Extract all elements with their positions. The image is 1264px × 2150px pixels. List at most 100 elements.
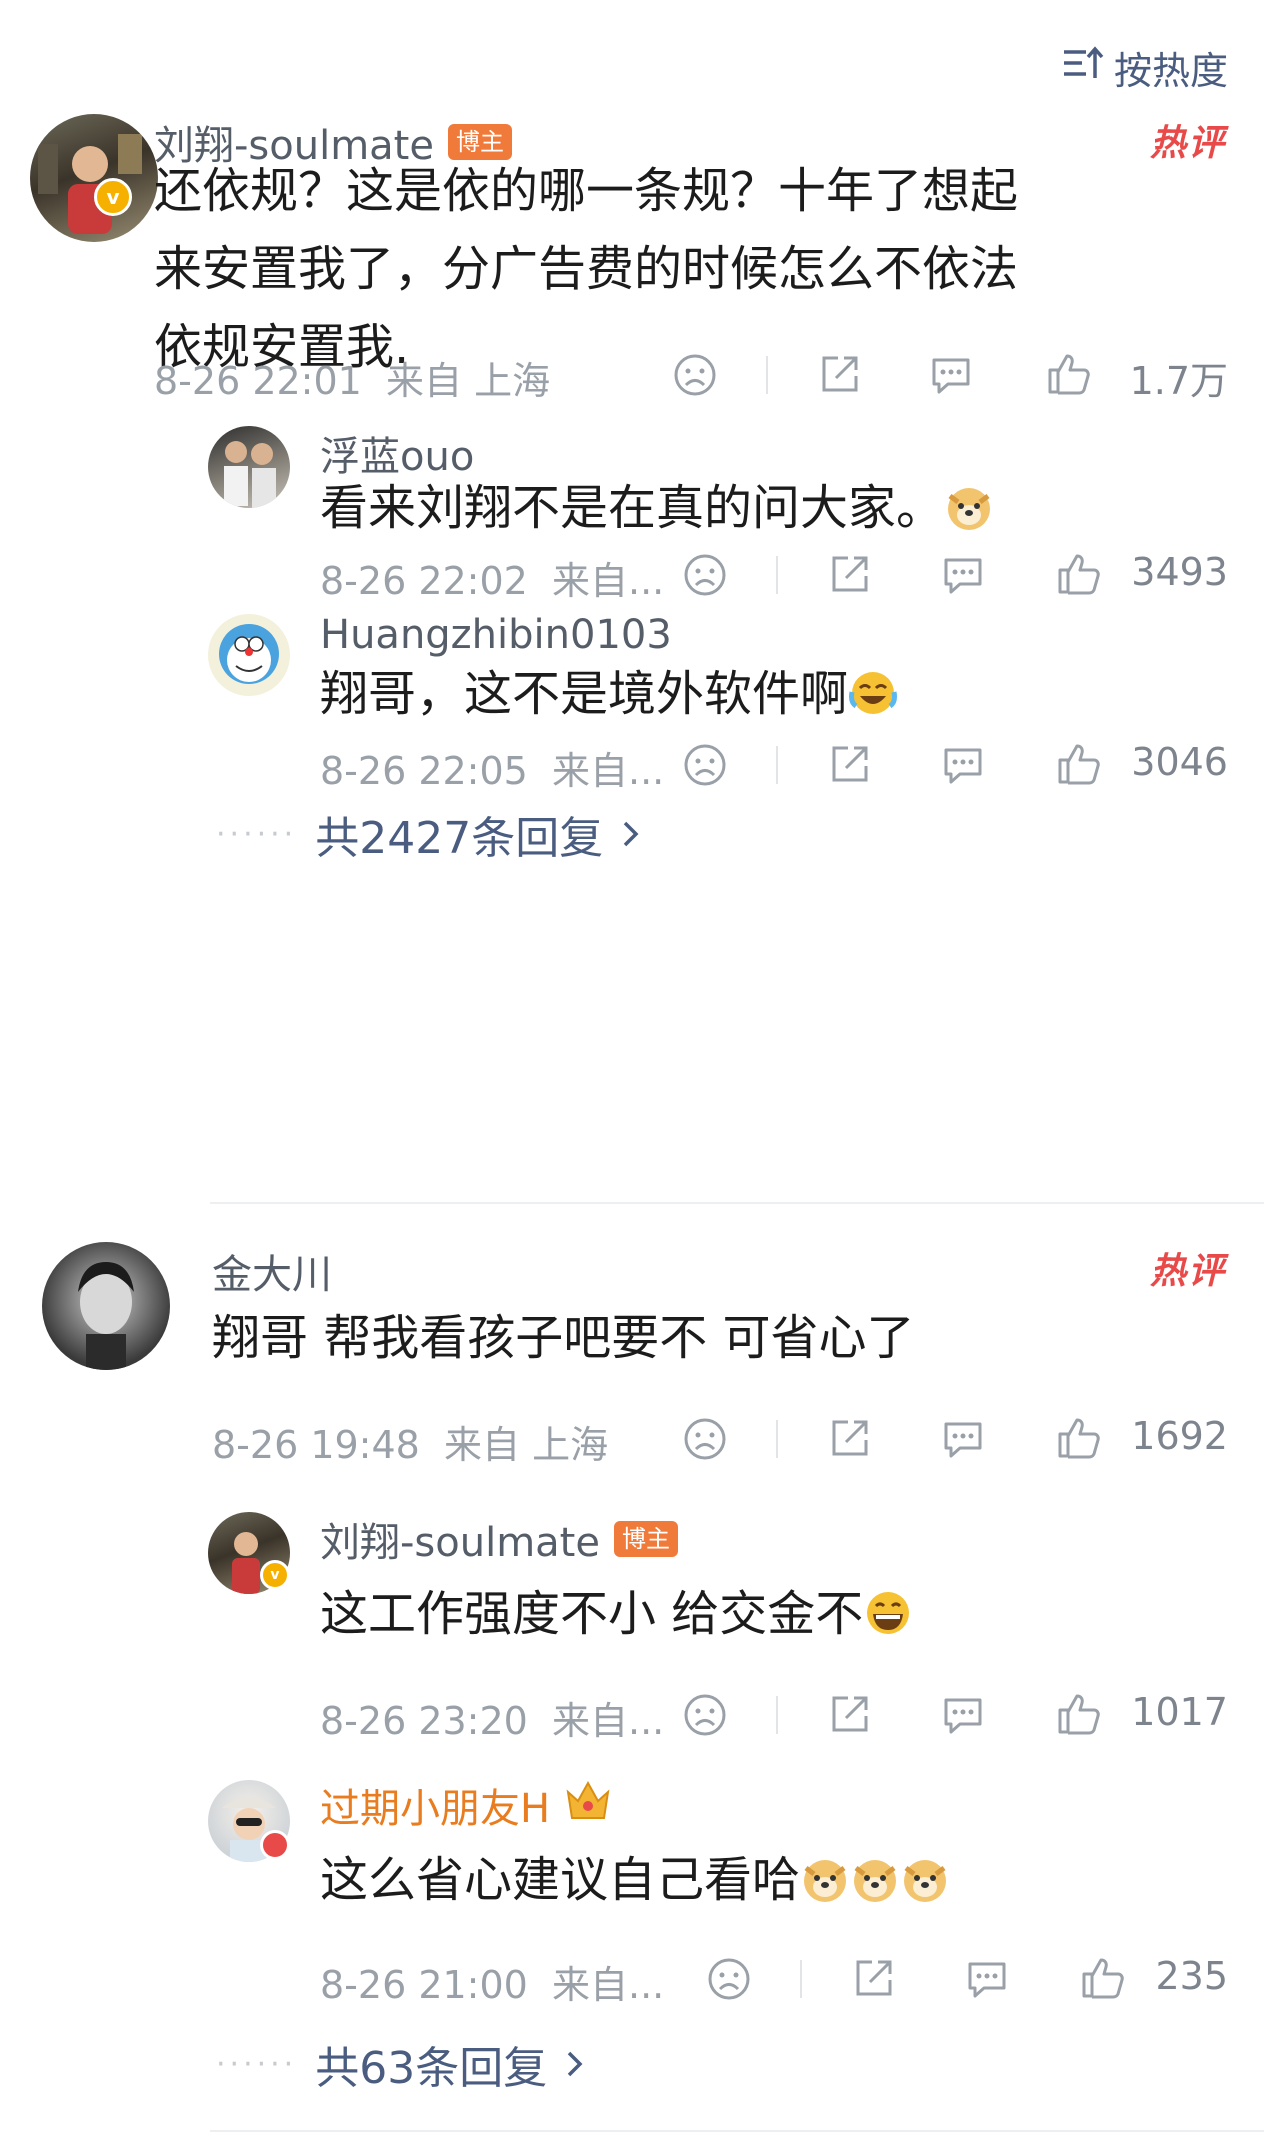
comment-text-line: 还依规？这是依的哪一条规？十年了想起 [154,163,1019,219]
reply-text-content: 这么省心建议自己看哈 [320,1852,801,1908]
member-badge-icon [260,1830,290,1860]
like-icon[interactable] [1054,1414,1102,1462]
blogger-tag: 博主 [613,1521,678,1557]
reply-text-content: 看来刘翔不是在真的问大家。 [320,480,945,536]
location: 来自 上海 [386,359,551,403]
laugh-cry-emoji-icon [848,668,898,718]
author-name[interactable]: 过期小朋友H [320,1776,550,1834]
more-replies-link[interactable]: ······ 共63条回复 [216,2032,585,2096]
reply-text: 这么省心建议自己看哈 [320,1848,950,1912]
avatar[interactable] [42,1242,170,1370]
doge-emoji-icon [850,1854,900,1904]
doge-emoji-icon [900,1854,950,1904]
timestamp: 8-26 19:48 [212,1423,420,1467]
sad-face-icon[interactable] [706,1956,752,2002]
location: 来自... [552,749,665,793]
reply-text: 看来刘翔不是在真的问大家。 [320,476,994,540]
like-icon[interactable] [1054,550,1102,598]
chevron-right-icon [565,2039,585,2090]
reply-meta: 8-26 22:05 来自... [320,740,664,795]
comment-text: 翔哥 帮我看孩子吧要不 可省心了 [212,1310,915,1366]
comment-icon[interactable] [964,1956,1010,2002]
share-icon[interactable] [850,1956,896,2002]
avatar[interactable] [208,426,290,508]
like-count: 1017 [1131,1690,1228,1734]
timestamp: 8-26 22:01 [154,359,362,403]
doge-emoji-icon [800,1854,850,1904]
avatar[interactable] [30,114,158,242]
author-name[interactable]: 刘翔-soulmate [320,1510,600,1568]
divider [776,746,778,784]
hot-comment-badge: 热评 [1149,1251,1226,1292]
like-count: 1692 [1131,1414,1228,1458]
reply-author[interactable]: 刘翔-soulmate 博主 [320,1510,678,1568]
reply-text-content: 翔哥，这不是境外软件啊 [320,666,849,722]
sad-face-icon[interactable] [682,1416,728,1462]
reply-author[interactable]: 浮蓝ouo [320,424,474,482]
comment-icon[interactable] [928,352,974,398]
dots-icon: ······ [216,816,298,852]
divider [776,556,778,594]
timestamp: 8-26 22:02 [320,559,528,603]
verified-badge-icon: v [260,1560,290,1590]
more-replies-link[interactable]: ······ 共2427条回复 [216,802,641,866]
like-icon[interactable] [1044,350,1092,398]
comment-meta: 8-26 19:48 来自 上海 [212,1414,608,1469]
like-count: 1.7万 [1129,359,1228,403]
verified-badge-icon: v [94,178,132,216]
sad-face-icon[interactable] [682,552,728,598]
timestamp: 8-26 22:05 [320,749,528,793]
reply-text-content: 这工作强度不小 给交金不 [320,1586,864,1642]
reply-meta: 8-26 22:02 来自... [320,550,664,605]
comment-icon[interactable] [940,1692,986,1738]
location: 来自... [552,559,665,603]
divider [776,1420,778,1458]
reply-author[interactable]: Huangzhibin0103 [320,612,672,658]
reply-text: 翔哥，这不是境外软件啊 [320,662,898,726]
sad-face-icon[interactable] [682,1692,728,1738]
avatar[interactable] [208,614,290,696]
reply-meta: 8-26 21:00 来自... [320,1954,664,2009]
comment-meta: 8-26 22:01 来自 上海 [154,350,550,405]
sort-icon [1062,44,1104,91]
like-count: 3046 [1131,740,1228,784]
location: 来自... [552,1963,665,2007]
chevron-right-icon [621,809,641,860]
grin-emoji-icon [863,1588,913,1638]
timestamp: 8-26 21:00 [320,1963,528,2007]
comment-icon[interactable] [940,742,986,788]
share-icon[interactable] [826,552,872,598]
sort-label: 按热度 [1113,49,1228,93]
location: 来自 上海 [444,1423,609,1467]
sad-face-icon[interactable] [672,352,718,398]
like-count: 235 [1155,1954,1228,1998]
like-icon[interactable] [1054,1690,1102,1738]
share-icon[interactable] [816,352,862,398]
share-icon[interactable] [826,1416,872,1462]
like-icon[interactable] [1078,1954,1126,2002]
comment-text-line: 来安置我了，分广告费的时候怎么不依法 [154,241,1019,297]
share-icon[interactable] [826,742,872,788]
sort-by-heat-button[interactable]: 按热度 [1062,40,1228,95]
reply-text: 这工作强度不小 给交金不 [320,1582,913,1646]
reply-author[interactable]: 过期小朋友H [320,1776,612,1834]
comment-icon[interactable] [940,1416,986,1462]
divider [766,356,768,394]
more-replies-label: 共2427条回复 [315,813,604,864]
reply-meta: 8-26 23:20 来自... [320,1690,664,1745]
location: 来自... [552,1699,665,1743]
dots-icon: ······ [216,2046,298,2082]
divider [776,1696,778,1734]
section-divider [210,1202,1264,1204]
comment-author[interactable]: 金大川 [212,1242,332,1300]
sad-face-icon[interactable] [682,742,728,788]
comment-icon[interactable] [940,552,986,598]
crown-icon [564,1778,612,1832]
like-count: 3493 [1131,550,1228,594]
doge-emoji-icon [944,482,994,532]
divider [800,1960,802,1998]
more-replies-label: 共63条回复 [315,2043,548,2094]
like-icon[interactable] [1054,740,1102,788]
section-divider [210,2130,1264,2132]
share-icon[interactable] [826,1692,872,1738]
